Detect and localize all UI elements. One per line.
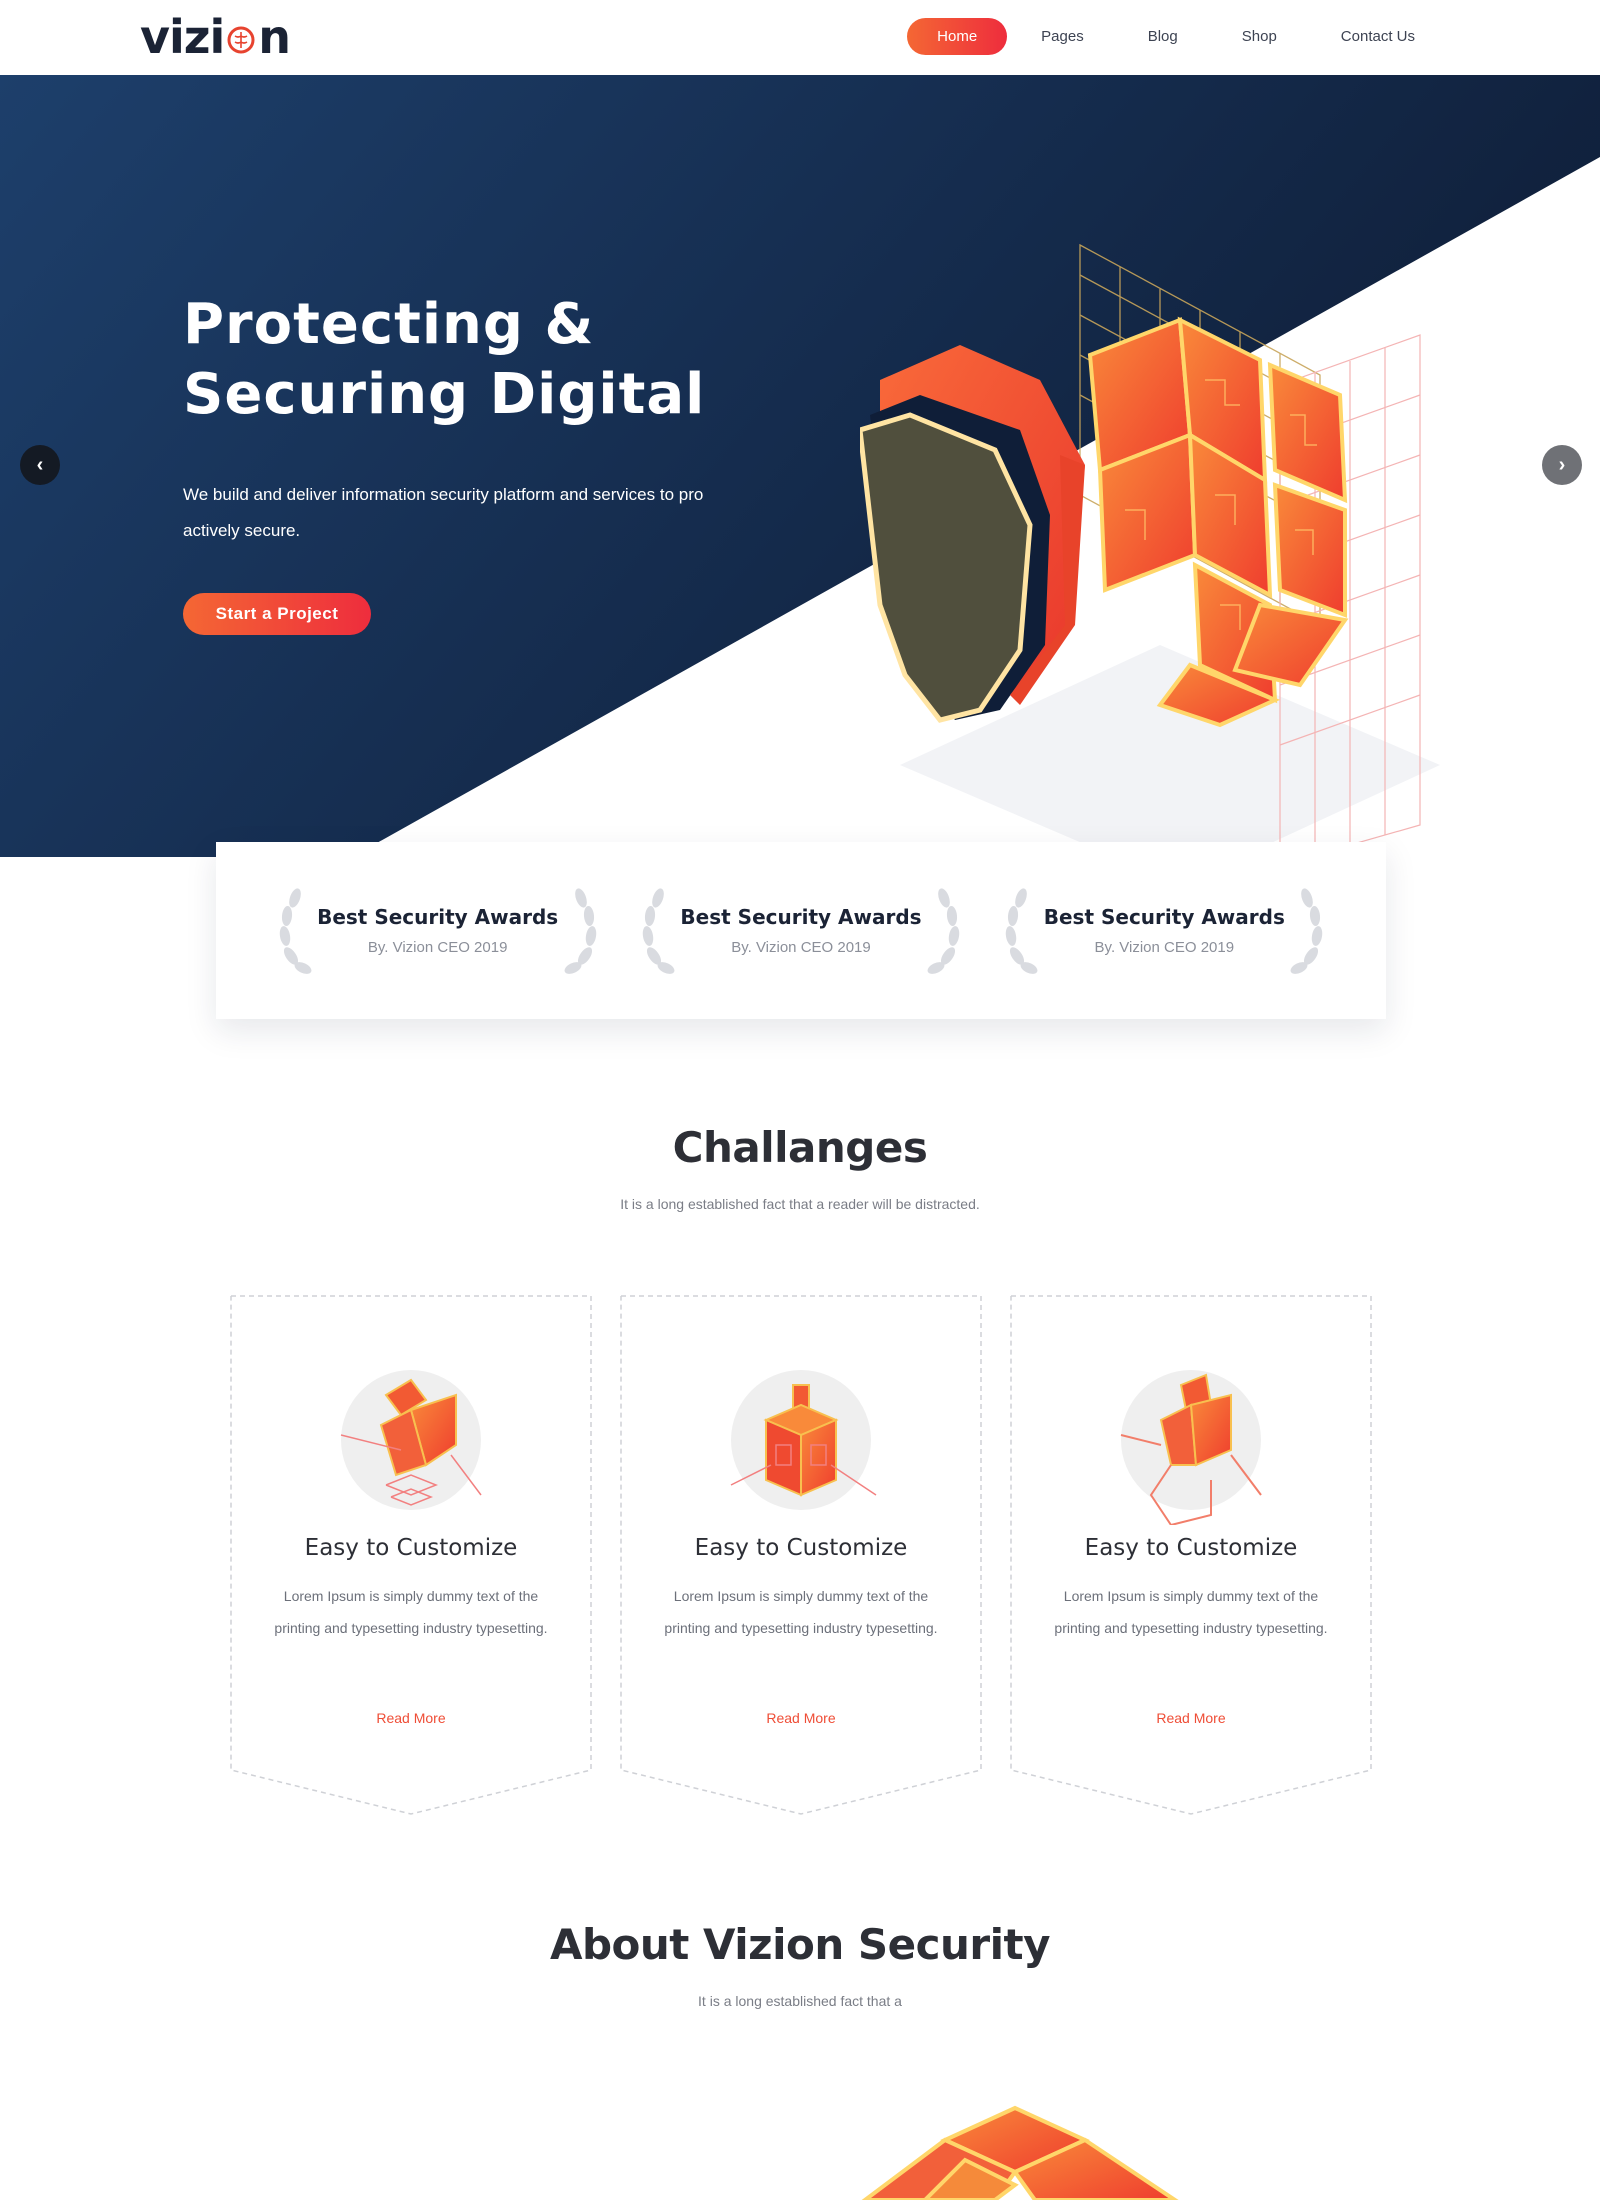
main-nav: Home Pages Blog Shop Contact Us xyxy=(903,18,1445,55)
about-title: About Vizion Security xyxy=(549,1920,1051,1969)
laurel-icon xyxy=(642,887,675,974)
nav-item-home[interactable]: Home xyxy=(907,18,1008,55)
logo-text-left: vizi xyxy=(140,10,225,64)
hero-title: Protecting & Securing Digital xyxy=(183,290,783,430)
shield-cube-illustration xyxy=(860,243,1440,857)
feature-card: Easy to Customize Lorem Ipsum is simply … xyxy=(230,1295,592,1815)
laurel-icon xyxy=(279,887,312,974)
site-header: vizi n Home Pages Blog Shop Contact Us xyxy=(0,0,1600,75)
challenges-subtitle: It is a long established fact that a rea… xyxy=(620,1196,980,1212)
award-title: Best Security Awards xyxy=(317,905,559,929)
award-item: Best Security Awards By. Vizion CEO 2019 xyxy=(999,886,1329,976)
award-subtitle: By. Vizion CEO 2019 xyxy=(367,939,508,956)
card-text: Lorem Ipsum is simply dummy text of the … xyxy=(664,1588,938,1636)
award-item: Best Security Awards By. Vizion CEO 2019 xyxy=(636,886,966,976)
slider-next-button[interactable]: › xyxy=(1542,445,1582,485)
nav-item-blog[interactable]: Blog xyxy=(1118,18,1208,55)
nav-item-contact-us[interactable]: Contact Us xyxy=(1311,18,1445,55)
nav-item-pages[interactable]: Pages xyxy=(1011,18,1114,55)
slider-prev-button[interactable]: ‹ xyxy=(20,445,60,485)
chevron-right-icon: › xyxy=(1558,453,1566,476)
logo-text-right: n xyxy=(258,10,291,64)
hero-title-line-2: Securing Digital xyxy=(183,362,706,427)
logo[interactable]: vizi n xyxy=(140,10,291,64)
start-project-button[interactable]: Start a Project xyxy=(183,593,371,635)
read-more-link[interactable]: Read More xyxy=(1010,1710,1372,1726)
card-title: Easy to Customize xyxy=(1084,1535,1298,1561)
laurel-icon xyxy=(1290,887,1323,974)
card-text: Lorem Ipsum is simply dummy text of the … xyxy=(274,1588,548,1636)
nav-item-shop[interactable]: Shop xyxy=(1212,18,1307,55)
brain-icon xyxy=(227,26,255,54)
laurel-icon xyxy=(1006,887,1038,974)
laurel-icon xyxy=(927,887,960,974)
hero-title-line-1: Protecting & xyxy=(183,292,595,357)
challenges-cards: Easy to Customize Lorem Ipsum is simply … xyxy=(230,1295,1372,1815)
cube-illustration xyxy=(861,2105,1179,2200)
award-title: Best Security Awards xyxy=(1043,905,1285,929)
card-text: Lorem Ipsum is simply dummy text of the … xyxy=(1054,1588,1328,1636)
chevron-left-icon: ‹ xyxy=(36,453,44,476)
card-title: Easy to Customize xyxy=(304,1535,518,1561)
award-subtitle: By. Vizion CEO 2019 xyxy=(1094,939,1235,956)
feature-card: Easy to Customize Lorem Ipsum is simply … xyxy=(620,1295,982,1815)
award-subtitle: By. Vizion CEO 2019 xyxy=(731,939,871,956)
feature-card: Easy to Customize Lorem Ipsum is simply … xyxy=(1010,1295,1372,1815)
connected-cube-icon xyxy=(1120,1370,1262,1525)
read-more-link[interactable]: Read More xyxy=(620,1710,982,1726)
hero-description: We build and deliver information securit… xyxy=(183,485,704,540)
stacked-cube-icon xyxy=(340,1370,482,1510)
laurel-icon xyxy=(564,887,596,974)
hero-slider: Protecting & Securing Digital We build a… xyxy=(0,75,1600,857)
awards-bar: Best Security Awards By. Vizion CEO 2019… xyxy=(216,842,1386,1019)
card-title: Easy to Customize xyxy=(694,1535,908,1561)
server-cube-icon xyxy=(730,1370,877,1510)
award-title: Best Security Awards xyxy=(680,905,922,929)
read-more-link[interactable]: Read More xyxy=(230,1710,592,1726)
challenges-title: Challanges xyxy=(672,1123,928,1172)
about-subtitle: It is a long established fact that a xyxy=(698,1993,902,2009)
award-item: Best Security Awards By. Vizion CEO 2019 xyxy=(273,886,603,976)
